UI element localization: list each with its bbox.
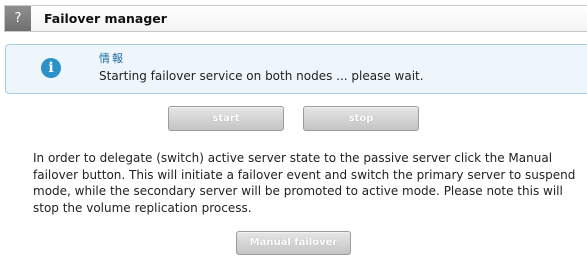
failover-description: In order to delegate (switch) active ser… [33, 151, 576, 215]
info-icon: i [41, 58, 61, 78]
info-message: Starting failover service on both nodes … [99, 69, 424, 83]
help-button[interactable]: ? [5, 6, 31, 31]
page-title: Failover manager [44, 11, 167, 26]
stop-button[interactable]: stop [303, 106, 419, 131]
info-panel: i 情報 Starting failover service on both n… [5, 44, 587, 94]
panel-header: ? Failover manager [4, 5, 587, 32]
manual-failover-button[interactable]: Manual failover [236, 231, 351, 255]
info-title: 情報 [99, 52, 125, 65]
start-button[interactable]: start [168, 106, 284, 131]
failover-manager-page: ? Failover manager i 情報 Starting failove… [0, 0, 587, 264]
